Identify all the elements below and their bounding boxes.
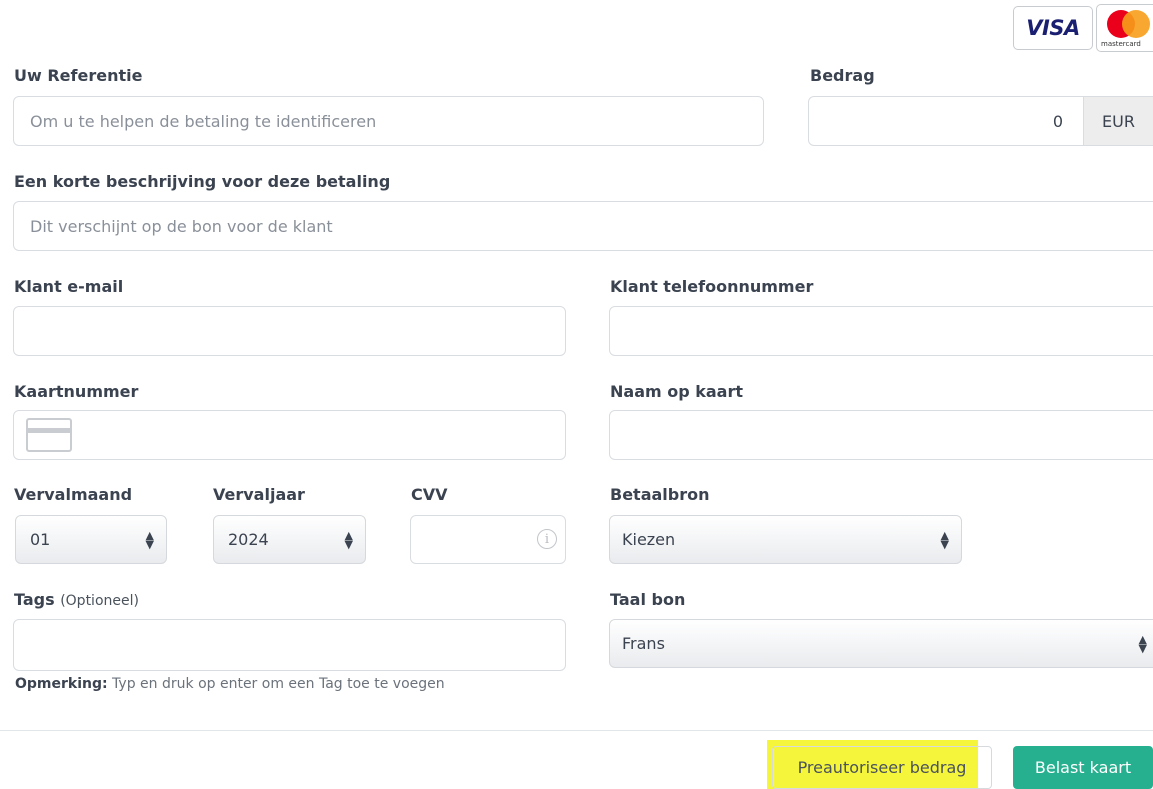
expiry-month-value: 01: [30, 530, 51, 549]
card-name-label: Naam op kaart: [610, 382, 744, 401]
expiry-year-value: 2024: [228, 530, 269, 549]
payment-source-value: Kiezen: [622, 530, 676, 549]
amount-label: Bedrag: [810, 66, 875, 85]
expiry-year-select[interactable]: 2024 ▲ ▼: [213, 515, 366, 564]
card-number-input[interactable]: [13, 410, 566, 460]
customer-email-label: Klant e-mail: [14, 277, 124, 296]
charge-card-label: Belast kaart: [1034, 758, 1132, 777]
expiry-year-label: Vervaljaar: [213, 485, 305, 504]
mastercard-orange-circle: [1122, 10, 1150, 38]
amount-input-group: 0 EUR: [808, 96, 1153, 146]
cvv-label: CVV: [411, 485, 448, 504]
customer-phone-label: Klant telefoonnummer: [610, 277, 814, 296]
tags-optional-text: (Optioneel): [60, 593, 139, 609]
preauthorize-label: Preautoriseer bedrag: [797, 758, 967, 777]
mastercard-logo-text: mastercard: [1101, 40, 1141, 48]
mastercard-logo: mastercard: [1096, 4, 1153, 52]
tags-note: Opmerking: Typ en druk op enter om een T…: [15, 676, 445, 692]
tags-input[interactable]: [13, 619, 566, 671]
select-arrows-icon: ▲ ▼: [145, 528, 154, 551]
receipt-language-value: Frans: [622, 634, 665, 653]
reference-input[interactable]: [13, 96, 764, 146]
select-arrows-icon: ▲ ▼: [344, 528, 353, 551]
visa-logo: VISA: [1013, 6, 1093, 50]
customer-phone-input[interactable]: [609, 306, 1153, 356]
description-label: Een korte beschrijving voor deze betalin…: [14, 172, 391, 191]
tags-label-text: Tags: [14, 590, 55, 609]
tags-label: Tags (Optioneel): [14, 590, 139, 609]
select-arrows-icon: ▲ ▼: [940, 528, 949, 551]
footer-divider: [0, 730, 1153, 731]
customer-email-input[interactable]: [13, 306, 566, 356]
description-input[interactable]: [13, 201, 1153, 251]
visa-logo-text: VISA: [1026, 16, 1080, 40]
reference-label: Uw Referentie: [14, 66, 143, 85]
amount-value: 0: [1052, 111, 1063, 131]
payment-source-label: Betaalbron: [610, 485, 710, 504]
tags-note-text: Typ en druk op enter om een Tag toe te v…: [107, 676, 445, 692]
amount-input[interactable]: 0: [809, 97, 1083, 145]
currency-addon: EUR: [1083, 97, 1153, 145]
card-number-label: Kaartnummer: [14, 382, 139, 401]
tags-note-bold: Opmerking:: [15, 676, 108, 692]
charge-card-button[interactable]: Belast kaart: [1013, 746, 1153, 789]
receipt-language-select[interactable]: Frans ▲ ▼: [609, 619, 1153, 668]
expiry-month-label: Vervalmaand: [14, 485, 133, 504]
expiry-month-select[interactable]: 01 ▲ ▼: [15, 515, 167, 564]
credit-card-icon: [26, 418, 72, 452]
payment-source-select[interactable]: Kiezen ▲ ▼: [609, 515, 962, 564]
select-arrows-icon: ▲ ▼: [1138, 632, 1147, 655]
receipt-language-label: Taal bon: [610, 590, 686, 609]
currency-label: EUR: [1102, 111, 1135, 131]
cvv-input[interactable]: i: [410, 515, 566, 564]
card-name-input[interactable]: [609, 410, 1153, 460]
info-icon[interactable]: i: [537, 529, 557, 549]
preauthorize-button[interactable]: Preautoriseer bedrag: [772, 746, 992, 789]
